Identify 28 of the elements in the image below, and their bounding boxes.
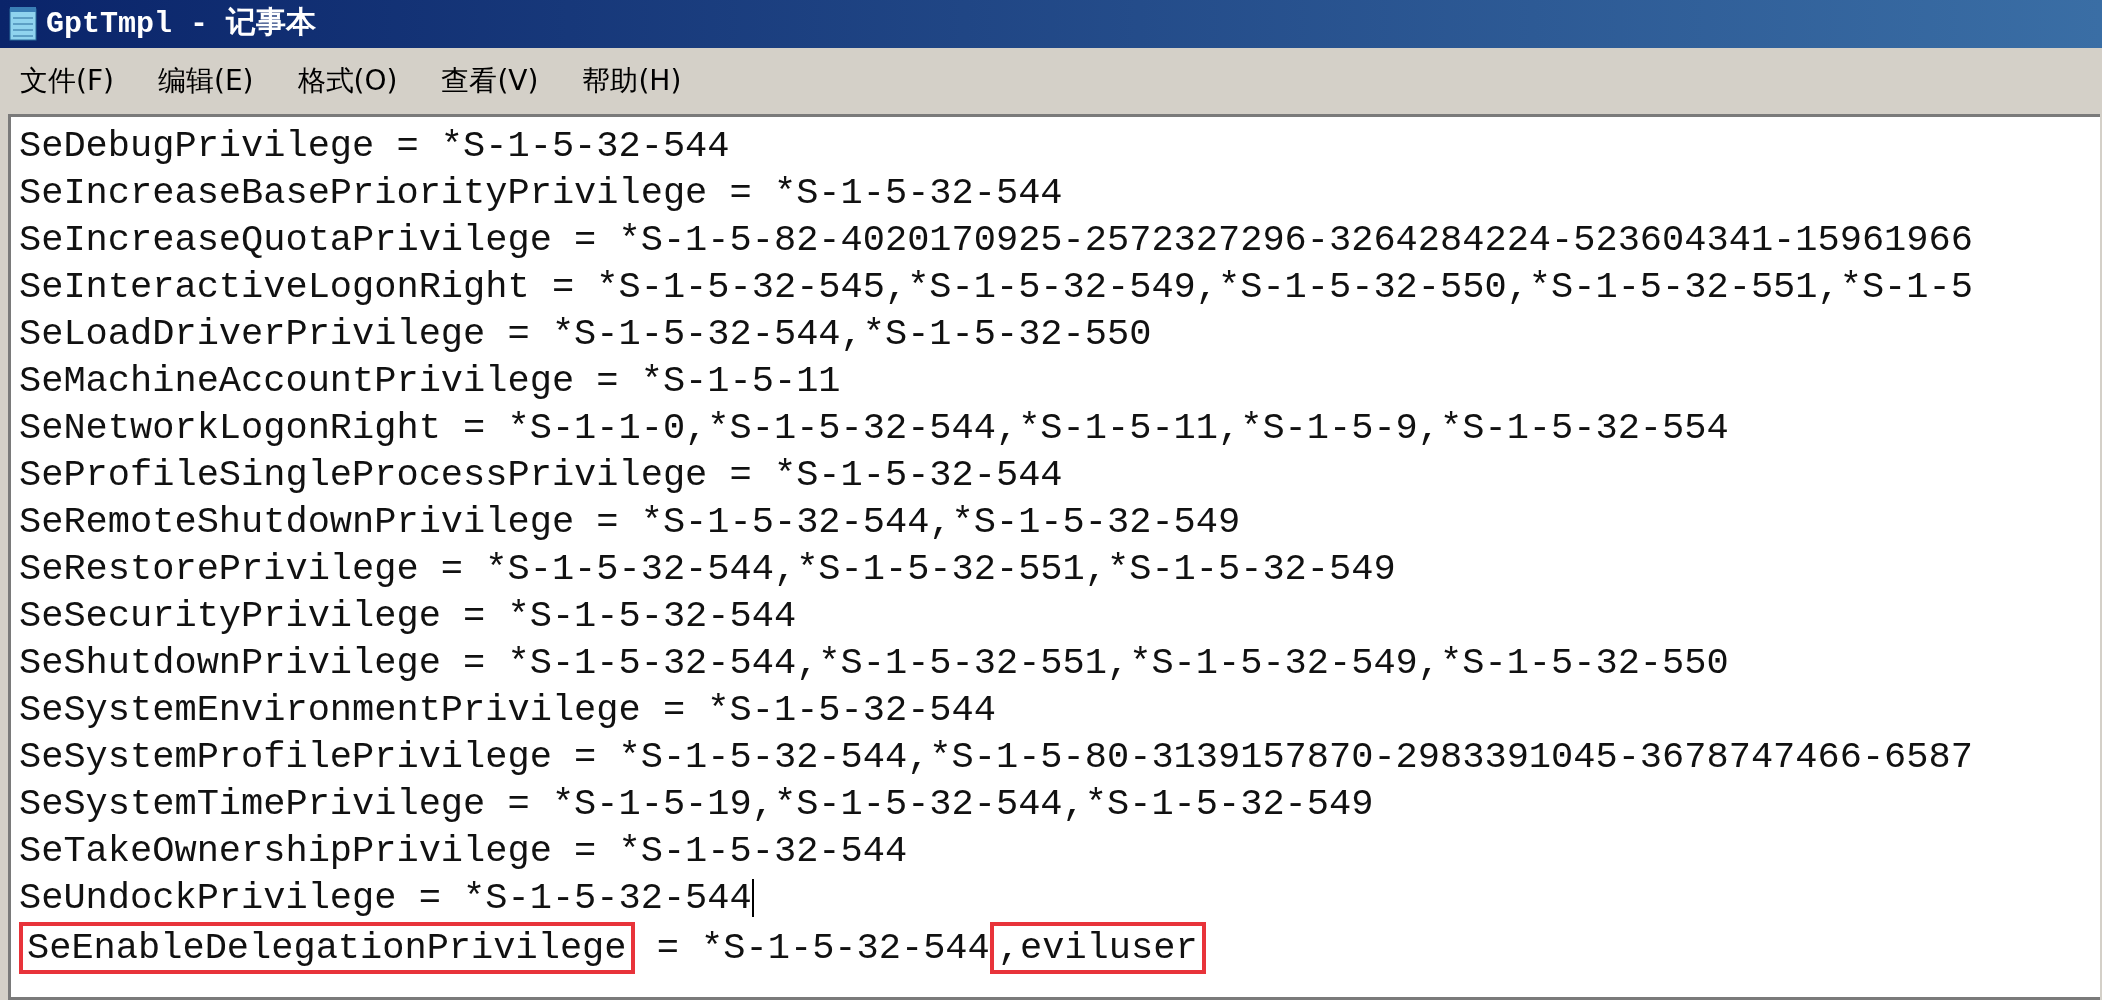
text-line: SeSystemEnvironmentPrivilege = *S-1-5-32-544 [19, 688, 996, 733]
text-line: SeTakeOwnershipPrivilege = *S-1-5-32-544 [19, 829, 908, 874]
menu-item[interactable]: 格式(O) [297, 60, 398, 102]
menu-item[interactable]: 帮助(H) [582, 60, 682, 102]
menu-item[interactable]: 编辑(E) [157, 60, 254, 102]
menu-item[interactable]: 查看(V) [441, 60, 539, 102]
text-line: SeRemoteShutdownPrivilege = *S-1-5-32-544,*S-1-5-32-549 [19, 500, 1241, 545]
window-title: GptTmpl - 记事本 [46, 5, 317, 43]
highlighted-text: ,eviluser [989, 922, 1206, 974]
text-line: SeShutdownPrivilege = *S-1-5-32-544,*S-1-5-32-551,*S-1-5-32-549,*S-1-5-32-550 [19, 641, 1729, 686]
text-line: SeProfileSingleProcessPrivilege = *S-1-5-32-544 [19, 453, 1063, 498]
text-line: SeLoadDriverPrivilege = *S-1-5-32-544,*S-1-5-32-550 [19, 312, 1152, 357]
menu-item[interactable]: 文件(F) [20, 60, 114, 102]
highlighted-text: SeEnableDelegationPrivilege [19, 922, 635, 974]
text-line: SeSystemProfilePrivilege = *S-1-5-32-544,*S-1-5-80-3139157870-2983391045-3678747466-6587 [19, 735, 1973, 780]
text-line: SeSecurityPrivilege = *S-1-5-32-544 [19, 594, 797, 639]
text-area[interactable] [8, 114, 2100, 1000]
text-line: SeDebugPrivilege = *S-1-5-32-544 [19, 124, 730, 169]
text-line: SeUndockPrivilege = *S-1-5-32-544 [19, 876, 752, 921]
text-line: SeMachineAccountPrivilege = *S-1-5-11 [19, 359, 841, 404]
text-line: SeRestorePrivilege = *S-1-5-32-544,*S-1-5-32-551,*S-1-5-32-549 [19, 547, 1396, 592]
text-line: SeIncreaseQuotaPrivilege = *S-1-5-82-4020170925-2572327296-3264284224-523604341-15961966 [19, 218, 1973, 263]
text-line: SeIncreaseBasePriorityPrivilege = *S-1-5-32-544 [19, 171, 1063, 216]
notepad-icon [8, 6, 38, 42]
text-line: SeSystemTimePrivilege = *S-1-5-19,*S-1-5-32-544,*S-1-5-32-549 [19, 782, 1374, 827]
text-line: SeInteractiveLogonRight = *S-1-5-32-545,*S-1-5-32-549,*S-1-5-32-550,*S-1-5-32-551,*S-1-5 [19, 265, 1973, 310]
text-line: = *S-1-5-32-544 [655, 926, 990, 971]
text-line: SeNetworkLogonRight = *S-1-1-0,*S-1-5-32-544,*S-1-5-11,*S-1-5-9,*S-1-5-32-554 [19, 406, 1729, 451]
